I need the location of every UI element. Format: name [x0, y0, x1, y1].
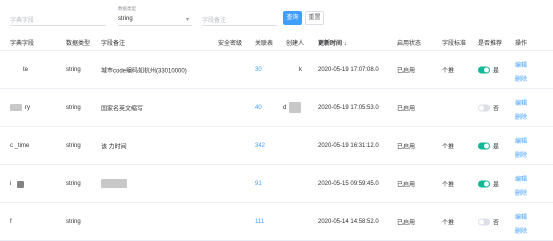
recommend-label: 否: [493, 106, 500, 112]
toggle-knob: [479, 219, 484, 224]
recommend-toggle[interactable]: [478, 66, 490, 73]
toggle-knob: [484, 143, 489, 148]
recommend-label: 是: [493, 68, 500, 74]
header-operations: 操作: [515, 41, 528, 47]
cell-status: 已启用: [397, 220, 416, 226]
table-row: te string 城市code编码如杭州(33010000) 30 k 202…: [0, 51, 553, 89]
cell-standard: 个推: [442, 68, 455, 74]
header-remark: 字段备注: [101, 41, 126, 47]
header-updated-at[interactable]: 更新时间 ↓: [318, 38, 347, 47]
table-header: 字典字段 数据类型 字段备注 安全密级 关联表 创建人 更新时间 ↓ 启用状态 …: [0, 34, 553, 51]
recommend-label: 是: [493, 144, 500, 150]
delete-button[interactable]: 删除: [515, 74, 527, 83]
header-recommended: 是否推荐: [478, 41, 503, 47]
cell-related-tables[interactable]: 342: [255, 143, 265, 149]
field-name-underline: [10, 25, 106, 26]
cell-standard: 个推: [442, 220, 455, 226]
cell-status: 已启用: [397, 182, 416, 188]
filter-bar: 字典字段 数据类型 string ▾ 字段备注 查询 重置: [0, 0, 553, 34]
redacted-mask: [289, 102, 301, 113]
chevron-down-icon[interactable]: ▾: [186, 16, 189, 23]
table-row: c _time string 该 力时间 342 2020-05-19 16:3…: [0, 127, 553, 165]
cell-data-type: string: [66, 180, 81, 187]
cell-updated-at: 2020-05-19 17:07:08.0: [318, 66, 379, 73]
cell-creator: k: [299, 66, 302, 73]
table-row: f string 111 2020-05-14 14:58:52.0 已启用 个…: [0, 203, 553, 241]
cell-field: f: [10, 218, 12, 225]
header-related-tables[interactable]: 关联表: [255, 38, 273, 47]
cell-standard: 个推: [442, 182, 455, 188]
edit-button[interactable]: 编辑: [515, 60, 527, 69]
cell-standard: 个推: [442, 144, 455, 150]
table-row: i string 91 2020-05-15 09:59:45.0 已启用 个推…: [0, 165, 553, 203]
cell-remark: 国家名英文缩写: [101, 106, 144, 112]
cell-related-tables[interactable]: 111: [255, 219, 264, 225]
cell-data-type: string: [66, 142, 81, 149]
cell-updated-at: 2020-05-15 09:59:45.0: [318, 180, 379, 187]
header-security-level: 安全密级: [218, 41, 243, 47]
field-remark-underline: [202, 25, 277, 26]
delete-button[interactable]: 删除: [515, 150, 527, 159]
header-status: 启用状态: [397, 41, 422, 47]
recommend-toggle[interactable]: [478, 218, 490, 225]
delete-button[interactable]: 删除: [515, 112, 527, 121]
toggle-knob: [484, 67, 489, 72]
delete-button[interactable]: 删除: [515, 188, 527, 197]
cell-updated-at: 2020-05-19 17:05:53.0: [318, 104, 379, 111]
cell-updated-at: 2020-05-14 14:58:52.0: [318, 218, 379, 225]
edit-button[interactable]: 编辑: [515, 98, 527, 107]
redacted-mask: [101, 179, 127, 188]
cell-creator: d: [283, 104, 287, 111]
edit-button[interactable]: 编辑: [515, 212, 527, 221]
toggle-knob: [479, 105, 484, 110]
data-type-underline: [118, 25, 192, 26]
recommend-toggle[interactable]: [478, 104, 490, 111]
data-type-select[interactable]: string: [118, 16, 133, 22]
delete-button[interactable]: 删除: [515, 226, 527, 235]
cell-data-type: string: [66, 104, 81, 111]
reset-button[interactable]: 重置: [305, 11, 324, 25]
cell-related-tables[interactable]: 91: [255, 181, 262, 187]
cell-remark: 该 力时间: [101, 144, 127, 150]
cell-data-type: string: [66, 66, 81, 73]
toggle-knob: [484, 181, 489, 186]
table-row: ry string 国家名英文缩写 40 d 2020-05-19 17:05:…: [0, 89, 553, 127]
cell-field: c _time: [10, 142, 30, 149]
redacted-mask: [10, 104, 22, 111]
cell-field: te: [23, 66, 29, 73]
redacted-mask: [17, 181, 24, 188]
cell-status: 已启用: [397, 68, 416, 74]
recommend-toggle[interactable]: [478, 142, 490, 149]
cell-field: ry: [25, 104, 30, 111]
header-standard: 字段标准: [442, 41, 467, 47]
field-name-input[interactable]: 字典字段: [10, 15, 34, 24]
edit-button[interactable]: 编辑: [515, 174, 527, 183]
recommend-toggle[interactable]: [478, 180, 490, 187]
header-field: 字典字段: [10, 41, 35, 47]
recommend-label: 否: [493, 220, 500, 226]
cell-related-tables[interactable]: 40: [255, 105, 262, 111]
field-remark-input[interactable]: 字段备注: [202, 15, 226, 24]
cell-updated-at: 2020-05-19 16:31:12.0: [318, 142, 379, 149]
header-creator: 创建人: [286, 41, 305, 47]
edit-button[interactable]: 编辑: [515, 136, 527, 145]
query-button[interactable]: 查询: [283, 11, 302, 25]
cell-data-type: string: [66, 218, 81, 225]
cell-status: 已启用: [397, 144, 416, 150]
cell-related-tables[interactable]: 30: [255, 67, 262, 73]
data-type-label: 数据类型: [118, 6, 136, 11]
cell-status: 已启用: [397, 106, 416, 112]
cell-remark: 城市code编码如杭州(33010000): [101, 68, 187, 74]
header-data-type: 数据类型: [66, 41, 91, 47]
cell-field: i: [10, 180, 12, 187]
recommend-label: 是: [493, 182, 500, 188]
